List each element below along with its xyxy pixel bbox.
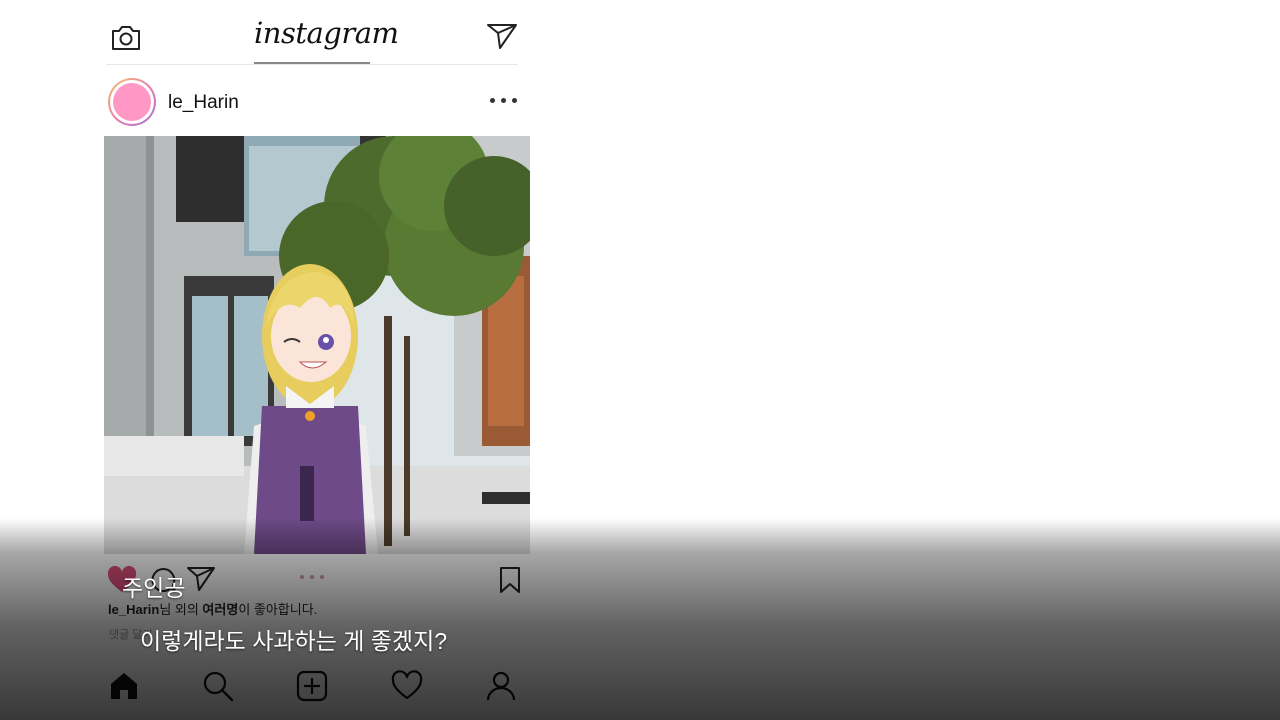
likes-text-end: 이 좋아합니다. [238, 602, 318, 617]
paper-plane-icon[interactable] [486, 22, 518, 50]
camera-icon[interactable] [110, 22, 142, 52]
header-divider [106, 64, 518, 65]
bookmark-icon[interactable] [499, 566, 521, 594]
share-icon[interactable] [186, 566, 216, 592]
likes-username[interactable]: le_Harin [108, 602, 159, 617]
home-icon[interactable] [108, 670, 140, 702]
dialogue-text: 이렇게라도 사과하는 게 좋겠지? [140, 628, 448, 654]
profile-icon[interactable] [485, 670, 517, 702]
instagram-phone-screen: instagram le_Harin le_Harin님 외의 여러명이 좋아합… [104, 0, 530, 720]
add-post-icon[interactable] [296, 670, 328, 702]
instagram-logo: instagram [254, 16, 399, 50]
more-dots-icon[interactable] [490, 98, 520, 104]
avatar[interactable] [108, 78, 156, 126]
post-username[interactable]: le_Harin [168, 92, 239, 114]
post-photo [104, 136, 530, 554]
likes-text-mid: 님 외의 [159, 602, 203, 617]
likes-others[interactable]: 여러명 [202, 602, 238, 617]
heart-outline-icon[interactable] [391, 670, 423, 702]
carousel-indicator [300, 575, 330, 580]
search-icon[interactable] [202, 670, 234, 702]
speaker-name: 주인공 [122, 575, 186, 601]
